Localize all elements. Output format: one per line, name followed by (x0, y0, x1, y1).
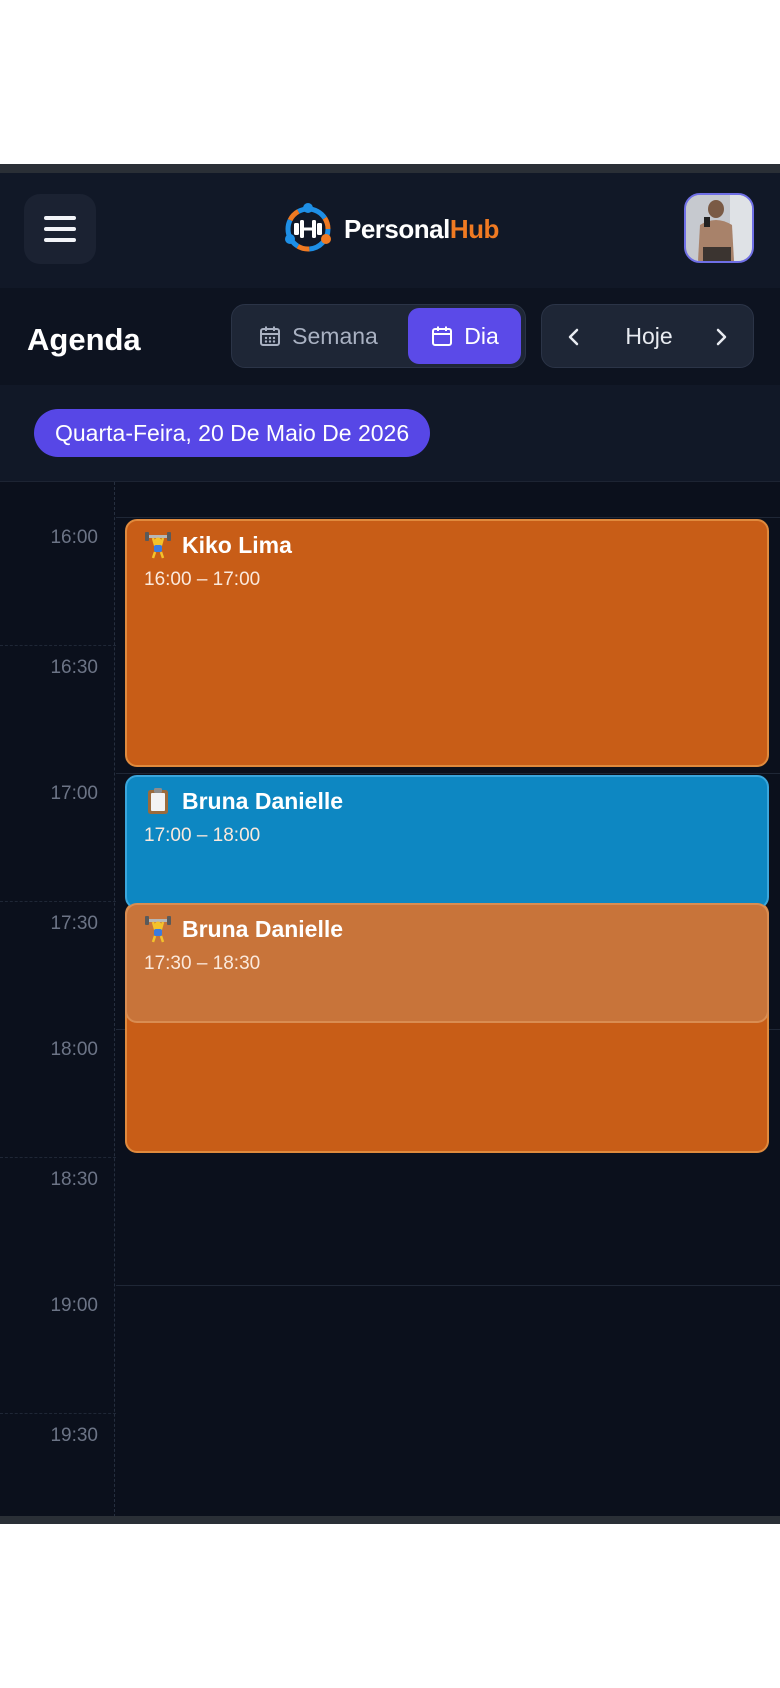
top-bar: PersonalHub (0, 173, 780, 289)
time-label: 17:30 (50, 913, 98, 934)
brand-logo[interactable]: PersonalHub (280, 199, 499, 259)
weightlifter-icon (144, 915, 172, 943)
current-date-chip[interactable]: Quarta-Feira, 20 De Maio De 2026 (34, 409, 431, 457)
half-hour-gridline (0, 645, 116, 646)
hour-gridline (116, 773, 780, 774)
avatar-photo-icon (686, 195, 752, 261)
chevron-left-icon (568, 328, 579, 346)
event-card[interactable]: Bruna Danielle 17:30 – 18:30 (125, 903, 769, 1023)
event-title: Bruna Danielle (144, 787, 750, 815)
half-hour-gridline (0, 1413, 116, 1414)
calendar-icon (260, 326, 281, 346)
tab-day-label: Dia (464, 322, 499, 349)
clipboard-icon (144, 787, 172, 815)
event-title-text: Bruna Danielle (182, 787, 344, 814)
calendar-icon (432, 326, 453, 346)
app-frame: PersonalHub Agenda Semana Dia Hoje Quart… (0, 164, 780, 1524)
time-label: 16:00 (50, 527, 98, 548)
menu-button[interactable] (24, 194, 96, 264)
chevron-right-icon (716, 328, 727, 346)
today-button[interactable]: Hoje (604, 305, 694, 367)
tab-week-label: Semana (292, 322, 378, 349)
event-title: Kiko Lima (144, 531, 750, 559)
hour-gridline (116, 1285, 780, 1286)
event-title: Bruna Danielle (144, 915, 750, 943)
date-row: Quarta-Feira, 20 De Maio De 2026 (0, 385, 780, 482)
half-hour-gridline (0, 901, 116, 902)
event-time: 16:00 – 17:00 (144, 569, 261, 590)
event-card[interactable]: Bruna Danielle 17:00 – 18:00 (125, 775, 769, 909)
time-label: 16:30 (50, 657, 98, 678)
time-label: 18:30 (50, 1169, 98, 1190)
half-hour-gridline (0, 1157, 116, 1158)
hamburger-icon-line (44, 238, 76, 242)
time-label: 17:00 (50, 783, 98, 804)
event-card[interactable]: Kiko Lima 16:00 – 17:00 (125, 519, 769, 767)
time-label: 18:00 (50, 1039, 98, 1060)
next-day-button[interactable] (701, 317, 741, 357)
time-label: 19:00 (50, 1295, 98, 1316)
hour-gridline (116, 517, 780, 518)
dumbbell-logo-icon (285, 203, 331, 252)
user-avatar[interactable] (684, 193, 754, 263)
view-toggle: Semana Dia (231, 304, 526, 368)
agenda-toolbar: Agenda Semana Dia Hoje (0, 288, 780, 386)
event-title-text: Kiko Lima (182, 531, 292, 558)
day-calendar-grid[interactable]: 16:00 16:30 17:00 17:30 18:00 18:30 19:0… (0, 482, 780, 1516)
time-label: 19:30 (50, 1425, 98, 1446)
tab-day[interactable]: Dia (408, 308, 521, 364)
page-title: Agenda (27, 322, 141, 357)
time-gutter-divider (114, 482, 115, 1516)
date-navigation: Hoje (541, 304, 754, 368)
event-time: 17:00 – 18:00 (144, 825, 261, 846)
previous-day-button[interactable] (554, 317, 594, 357)
weightlifter-icon (144, 531, 172, 559)
hamburger-icon-line (44, 227, 76, 231)
event-title-text: Bruna Danielle (182, 915, 344, 942)
hamburger-icon-line (44, 216, 76, 220)
brand-name: PersonalHub (344, 213, 499, 244)
tab-week[interactable]: Semana (236, 308, 400, 364)
event-time: 17:30 – 18:30 (144, 953, 261, 974)
